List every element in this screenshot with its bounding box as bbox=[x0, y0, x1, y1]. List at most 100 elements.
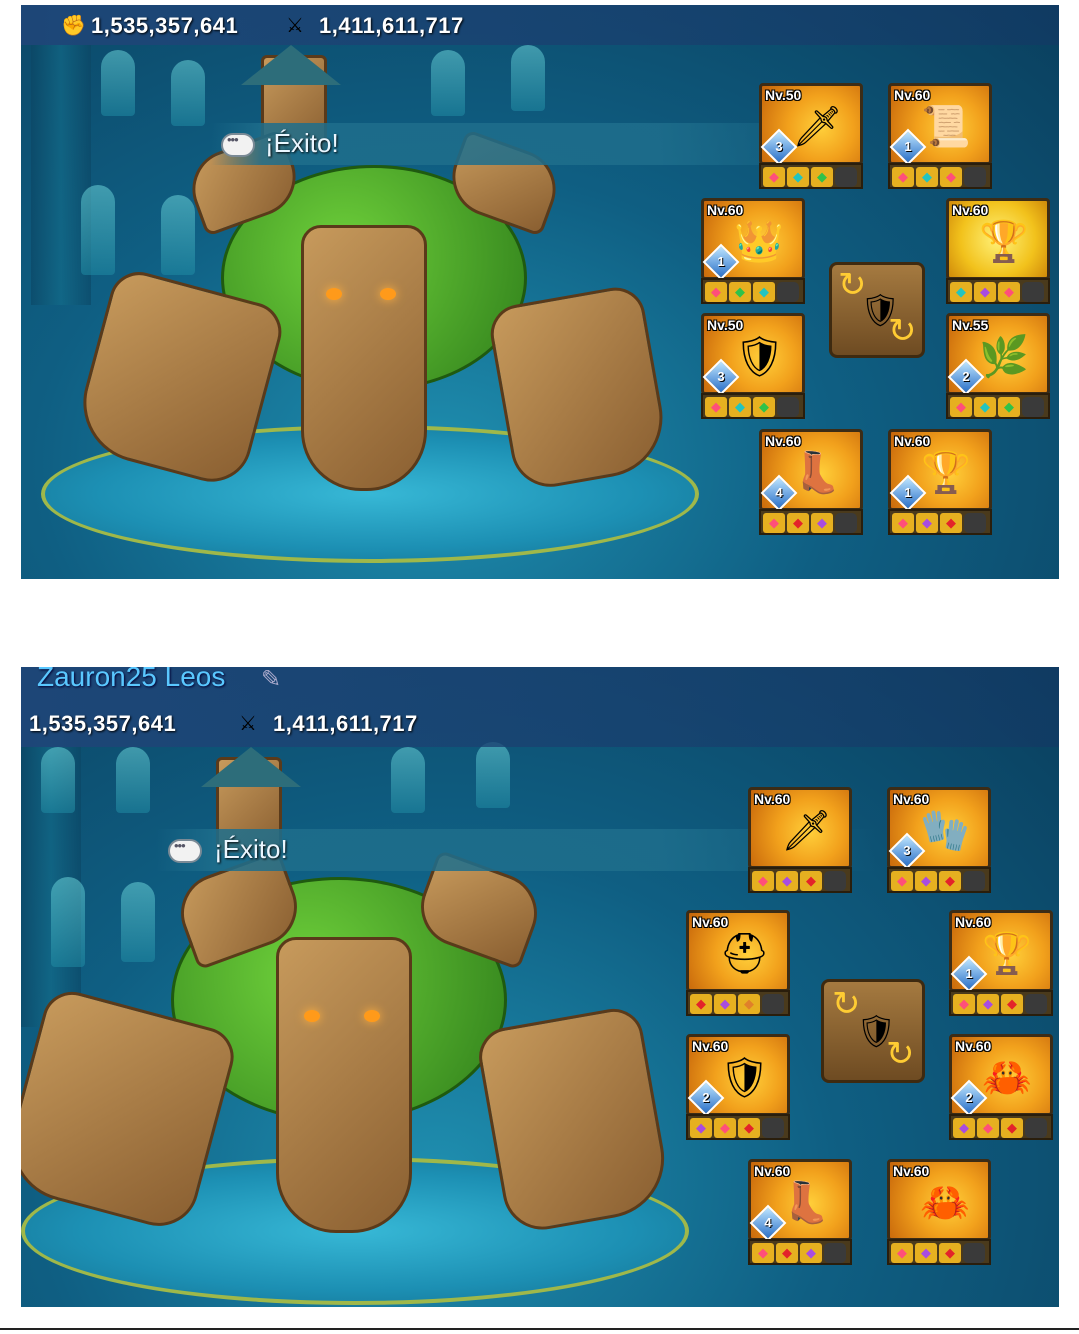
treant-eye bbox=[304, 1010, 320, 1022]
treant-face bbox=[276, 937, 412, 1233]
gear-tile: Nv.60 🛡 2 bbox=[686, 1034, 790, 1117]
purple-jewel-icon: ◆ bbox=[915, 871, 937, 891]
empty-jewel-slot bbox=[1025, 1118, 1047, 1138]
gear-tile: Nv.50 🗡 3 bbox=[759, 83, 863, 166]
hero-gear-screen-1: ✊ 1,535,357,641 ⚔ 1,411,611,717 ¡Éxito! … bbox=[21, 5, 1059, 579]
gear-tile: Nv.60 🗡 bbox=[748, 787, 852, 869]
purple-jewel-icon: ◆ bbox=[915, 1243, 937, 1263]
gear-helmet[interactable]: Nv.60 ⛑ ◆ ◆ ◆ bbox=[686, 910, 792, 1020]
gear-level: Nv.60 bbox=[893, 791, 930, 807]
jewel-slots: ◆ ◆ ◆ bbox=[686, 990, 790, 1016]
gear-level: Nv.60 bbox=[754, 791, 791, 807]
relic-icon: 🌿 bbox=[979, 335, 1029, 379]
gear-tile: Nv.60 🏆 bbox=[946, 198, 1050, 280]
quill-icon: ✎ bbox=[261, 667, 282, 693]
gear-boots[interactable]: Nv.60 👢 4 ◆ ◆ ◆ bbox=[748, 1159, 854, 1269]
purple-jewel-icon: ◆ bbox=[776, 871, 798, 891]
empty-jewel-slot bbox=[835, 167, 857, 187]
ruby-jewel-icon: ◆ bbox=[977, 1118, 999, 1138]
empty-jewel-slot bbox=[1022, 397, 1044, 417]
ruby-jewel-icon: ◆ bbox=[763, 167, 785, 187]
swap-gear-button[interactable]: ↻ 🛡 ↻ bbox=[821, 979, 925, 1083]
gear-weapon[interactable]: Nv.60 🗡 ◆ ◆ ◆ bbox=[748, 787, 854, 897]
gear-offhand[interactable]: Nv.60 🧤 3 ◆ ◆ ◆ bbox=[887, 787, 993, 897]
goblet-icon: 🏆 bbox=[982, 932, 1032, 976]
red-jewel-icon: ◆ bbox=[776, 1243, 798, 1263]
gear-offhand[interactable]: Nv.60 📜 1 ◆ ◆ ◆ bbox=[888, 83, 994, 193]
gear-accessory-3[interactable]: Nv.60 🏆 1 ◆ ◆ ◆ bbox=[888, 429, 994, 539]
treant-hero[interactable] bbox=[69, 45, 672, 525]
ruby-jewel-icon: ◆ bbox=[714, 1118, 736, 1138]
gear-tile: Nv.60 ⛑ bbox=[686, 910, 790, 992]
gear-tile: Nv.60 🦀 2 bbox=[949, 1034, 1053, 1117]
jewel-slots: ◆ ◆ ◆ bbox=[686, 1114, 790, 1140]
gear-accessory-1[interactable]: Nv.60 🏆 1 ◆ ◆ ◆ bbox=[949, 910, 1055, 1020]
gear-accessory-2[interactable]: Nv.55 🌿 2 ◆ ◆ ◆ bbox=[946, 313, 1052, 423]
gear-boots[interactable]: Nv.60 👢 4 ◆ ◆ ◆ bbox=[759, 429, 865, 539]
gear-level: Nv.60 bbox=[692, 1038, 729, 1054]
swap-gear-button[interactable]: ↻ 🛡 ↻ bbox=[829, 262, 925, 358]
gear-level: Nv.60 bbox=[955, 1038, 992, 1054]
boots-icon: 👢 bbox=[781, 1181, 831, 1225]
weapon-icon: 🗡 bbox=[792, 105, 843, 149]
gear-weapon[interactable]: Nv.50 🗡 3 ◆ ◆ ◆ bbox=[759, 83, 865, 193]
jewel-slots: ◆ ◆ ◆ bbox=[946, 393, 1050, 419]
treant-hero[interactable] bbox=[21, 747, 674, 1267]
might-value: 1,535,357,641 bbox=[91, 13, 239, 38]
kills-value: 1,411,611,717 bbox=[319, 13, 464, 38]
gear-tile: Nv.60 📜 1 bbox=[888, 83, 992, 166]
gear-helmet[interactable]: Nv.60 👑 1 ◆ ◆ ◆ bbox=[701, 198, 807, 308]
offhand-icon: 📜 bbox=[921, 105, 971, 149]
stats-bar: ✊ 1,535,357,641 ⚔ 1,411,611,717 bbox=[21, 5, 1059, 45]
green-jewel-icon: ◆ bbox=[729, 282, 751, 302]
teal-jewel-icon: ◆ bbox=[729, 397, 751, 417]
helmet-icon: 👑 bbox=[734, 220, 784, 264]
red-jewel-icon: ◆ bbox=[738, 1118, 760, 1138]
red-jewel-icon: ◆ bbox=[939, 1243, 961, 1263]
red-jewel-icon: ◆ bbox=[1001, 994, 1023, 1014]
gear-level: Nv.60 bbox=[952, 202, 989, 218]
chat-bubble-icon bbox=[168, 838, 202, 863]
offhand-icon: 🧤 bbox=[920, 809, 970, 853]
jewel-slots: ◆ ◆ ◆ bbox=[887, 867, 991, 893]
weapon-icon: 🗡 bbox=[781, 809, 832, 853]
stats-bar: Zauron25 Leos ✎ 1,535,357,641 ⚔ 1,411,61… bbox=[21, 667, 1059, 747]
gear-level: Nv.50 bbox=[765, 87, 802, 103]
treant-face bbox=[301, 225, 427, 491]
jewel-slots: ◆ ◆ ◆ bbox=[748, 1239, 852, 1265]
jewel-slots: ◆ ◆ ◆ bbox=[759, 163, 863, 189]
crossed-swords-icon: ⚔ bbox=[239, 713, 257, 735]
goblet-icon: 🏆 bbox=[979, 220, 1029, 264]
empty-jewel-slot bbox=[824, 1243, 846, 1263]
gear-armor[interactable]: Nv.50 🛡 3 ◆ ◆ ◆ bbox=[701, 313, 807, 423]
purple-jewel-icon: ◆ bbox=[953, 1118, 975, 1138]
empty-jewel-slot bbox=[964, 167, 986, 187]
treant-right-fist bbox=[474, 1004, 674, 1236]
red-jewel-icon: ◆ bbox=[940, 513, 962, 533]
gear-accessory-2[interactable]: Nv.60 🦀 2 ◆ ◆ ◆ bbox=[949, 1034, 1055, 1144]
jewel-slots: ◆ ◆ ◆ bbox=[701, 393, 805, 419]
empty-jewel-slot bbox=[762, 1118, 784, 1138]
empty-jewel-slot bbox=[777, 397, 799, 417]
jewel-slots: ◆ ◆ ◆ bbox=[759, 509, 863, 535]
teal-jewel-icon: ◆ bbox=[916, 167, 938, 187]
treant-eye bbox=[380, 288, 396, 300]
empty-jewel-slot bbox=[762, 994, 784, 1014]
jewel-slots: ◆ ◆ ◆ bbox=[949, 990, 1053, 1016]
ruby-jewel-icon: ◆ bbox=[763, 513, 785, 533]
red-jewel-icon: ◆ bbox=[939, 871, 961, 891]
jewel-slots: ◆ ◆ ◆ bbox=[946, 278, 1050, 304]
kills-value: 1,411,611,717 bbox=[273, 711, 418, 736]
gear-armor[interactable]: Nv.60 🛡 2 ◆ ◆ ◆ bbox=[686, 1034, 792, 1144]
gear-accessory-1[interactable]: Nv.60 🏆 ◆ ◆ ◆ bbox=[946, 198, 1052, 308]
green-jewel-icon: ◆ bbox=[753, 397, 775, 417]
gear-tile: Nv.50 🛡 3 bbox=[701, 313, 805, 396]
teal-jewel-icon: ◆ bbox=[950, 282, 972, 302]
treant-eye bbox=[326, 288, 342, 300]
purple-jewel-icon: ◆ bbox=[690, 1118, 712, 1138]
gear-level: Nv.60 bbox=[955, 914, 992, 930]
gear-accessory-3[interactable]: Nv.60 🦀 ◆ ◆ ◆ bbox=[887, 1159, 993, 1269]
purple-jewel-icon: ◆ bbox=[800, 1243, 822, 1263]
red-jewel-icon: ◆ bbox=[800, 871, 822, 891]
swap-arrow-icon: ↻ bbox=[888, 312, 917, 350]
